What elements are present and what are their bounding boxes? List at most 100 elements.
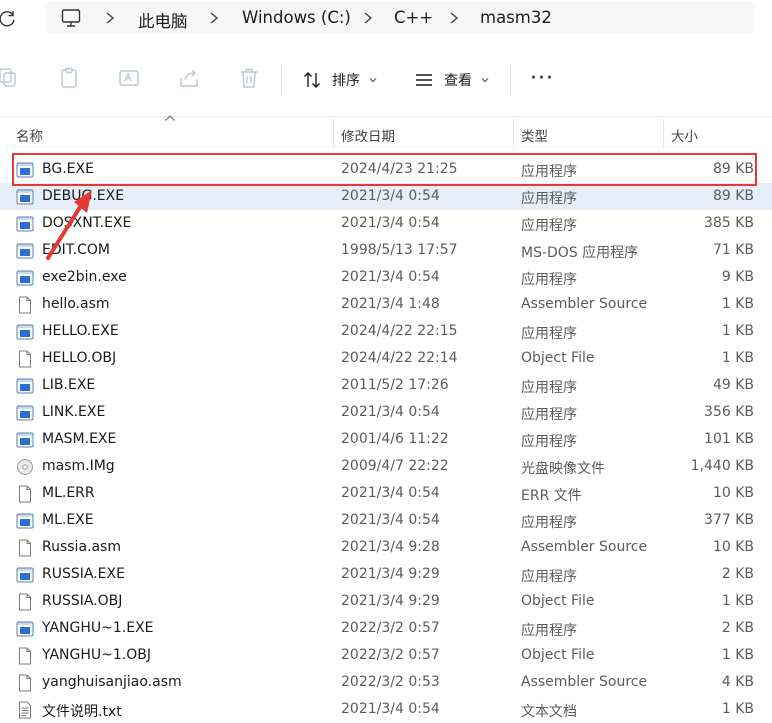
file-type: 应用程序 xyxy=(521,569,577,585)
file-type: Assembler Source xyxy=(521,539,648,555)
file-row[interactable]: Russia.asm 2021/3/4 9:28 Assembler Source 1… xyxy=(0,534,772,561)
exe-icon xyxy=(16,405,34,421)
file-name: LIB.EXE xyxy=(42,377,96,393)
file-icon xyxy=(19,296,31,314)
computer-icon[interactable] xyxy=(60,7,82,29)
file-row[interactable]: MASM.EXE 2001/4/6 11:22 应用程序 101 KB xyxy=(0,426,772,453)
file-icon xyxy=(19,593,31,611)
file-row[interactable]: RUSSIA.EXE 2021/3/4 9:29 应用程序 2 KB xyxy=(0,561,772,588)
more-options-button[interactable]: ··· xyxy=(530,68,554,90)
exe-icon xyxy=(16,216,34,232)
text-file-icon xyxy=(19,701,31,719)
file-name: hello.asm xyxy=(42,296,110,312)
file-row[interactable]: 文件说明.txt 2021/3/4 0:54 文本文档 1 KB xyxy=(0,696,772,723)
file-type: 应用程序 xyxy=(521,434,577,450)
chevron-right-icon[interactable] xyxy=(448,11,460,25)
paste-icon[interactable] xyxy=(57,66,81,90)
chevron-right-icon[interactable] xyxy=(104,11,116,25)
column-divider[interactable] xyxy=(513,119,514,149)
file-row[interactable]: RUSSIA.OBJ 2021/3/4 9:29 Object File 1 KB xyxy=(0,588,772,615)
file-date-modified: 2021/3/4 9:28 xyxy=(341,539,440,555)
file-icon xyxy=(19,350,31,368)
file-row[interactable]: ML.EXE 2021/3/4 0:54 应用程序 377 KB xyxy=(0,507,772,534)
highlight-box xyxy=(12,153,757,186)
exe-icon xyxy=(16,432,34,448)
copy-icon[interactable] xyxy=(0,66,20,90)
red-arrow-annotation xyxy=(46,190,92,260)
file-type: Object File xyxy=(521,350,595,366)
file-date-modified: 2021/3/4 0:54 xyxy=(341,404,440,420)
breadcrumb-this-pc[interactable]: 此电脑 xyxy=(138,8,188,32)
column-size[interactable]: 大小 xyxy=(671,125,698,145)
file-row[interactable]: LIB.EXE 2011/5/2 17:26 应用程序 49 KB xyxy=(0,372,772,399)
file-size: 101 KB xyxy=(704,431,754,447)
file-size: 1 KB xyxy=(721,296,754,312)
file-type: 应用程序 xyxy=(521,326,577,342)
file-icon xyxy=(19,647,31,665)
file-size: 4 KB xyxy=(721,674,754,690)
file-row[interactable]: ML.ERR 2021/3/4 0:54 ERR 文件 10 KB xyxy=(0,480,772,507)
file-row[interactable]: hello.asm 2021/3/4 1:48 Assembler Source 1 … xyxy=(0,291,772,318)
file-size: 356 KB xyxy=(704,404,754,420)
rename-icon[interactable] xyxy=(117,66,141,90)
chevron-right-icon[interactable] xyxy=(208,11,220,25)
column-name[interactable]: 名称 xyxy=(16,125,43,145)
delete-icon[interactable] xyxy=(237,66,261,90)
sort-button[interactable]: 排序 xyxy=(302,68,378,92)
file-row[interactable]: LINK.EXE 2021/3/4 0:54 应用程序 356 KB xyxy=(0,399,772,426)
file-row[interactable]: YANGHU~1.OBJ 2022/3/2 0:57 Object File 1 KB xyxy=(0,642,772,669)
file-name: exe2bin.exe xyxy=(42,269,127,285)
file-date-modified: 2022/3/2 0:57 xyxy=(341,620,440,636)
file-size: 10 KB xyxy=(712,485,754,501)
file-date-modified: 2021/3/4 9:29 xyxy=(341,593,440,609)
file-date-modified: 2024/4/22 22:15 xyxy=(341,323,458,339)
file-size: 1 KB xyxy=(721,701,754,717)
file-date-modified: 2001/4/6 11:22 xyxy=(341,431,449,447)
file-name: yanghuisanjiao.asm xyxy=(42,674,182,690)
file-row[interactable]: exe2bin.exe 2021/3/4 0:54 应用程序 9 KB xyxy=(0,264,772,291)
file-row[interactable]: HELLO.EXE 2024/4/22 22:15 应用程序 1 KB xyxy=(0,318,772,345)
refresh-icon[interactable] xyxy=(0,9,18,29)
file-size: 377 KB xyxy=(704,512,754,528)
file-row[interactable]: HELLO.OBJ 2024/4/22 22:14 Object File 1 KB xyxy=(0,345,772,372)
file-date-modified: 2021/3/4 0:54 xyxy=(341,188,440,204)
disc-image-icon xyxy=(17,459,33,475)
file-date-modified: 2011/5/2 17:26 xyxy=(341,377,449,393)
breadcrumb[interactable]: 此电脑 Windows (C:) C++ masm32 xyxy=(46,2,754,34)
file-date-modified: 1998/5/13 17:57 xyxy=(341,242,458,258)
file-size: 1 KB xyxy=(721,647,754,663)
file-date-modified: 2009/4/7 22:22 xyxy=(341,458,449,474)
file-date-modified: 2021/3/4 0:54 xyxy=(341,701,440,717)
file-type: Assembler Source xyxy=(521,296,648,312)
file-row[interactable]: yanghuisanjiao.asm 2022/3/2 0:53 Assembler… xyxy=(0,669,772,696)
exe-icon xyxy=(16,243,34,259)
column-divider[interactable] xyxy=(663,119,664,149)
file-icon xyxy=(19,485,31,503)
chevron-right-icon[interactable] xyxy=(362,11,374,25)
breadcrumb-masm32[interactable]: masm32 xyxy=(480,8,552,27)
file-size: 10 KB xyxy=(712,539,754,555)
file-icon xyxy=(19,674,31,692)
exe-icon xyxy=(16,270,34,286)
breadcrumb-cpp[interactable]: C++ xyxy=(394,8,433,27)
toolbar-divider xyxy=(281,64,282,94)
file-name: masm.IMg xyxy=(42,458,115,474)
file-date-modified: 2021/3/4 0:54 xyxy=(341,215,440,231)
file-name: RUSSIA.OBJ xyxy=(42,593,123,609)
file-row[interactable]: masm.IMg 2009/4/7 22:22 光盘映像文件 1,440 KB xyxy=(0,453,772,480)
breadcrumb-drive-c[interactable]: Windows (C:) xyxy=(242,8,351,27)
file-type: 应用程序 xyxy=(521,191,577,207)
sort-ascending-icon xyxy=(165,115,175,121)
file-type: Assembler Source xyxy=(521,674,648,690)
file-type: 应用程序 xyxy=(521,623,577,639)
file-date-modified: 2021/3/4 0:54 xyxy=(341,485,440,501)
column-date-modified[interactable]: 修改日期 xyxy=(341,125,395,145)
file-row[interactable]: YANGHU~1.EXE 2022/3/2 0:57 应用程序 2 KB xyxy=(0,615,772,642)
file-name: 文件说明.txt xyxy=(42,704,122,720)
file-date-modified: 2021/3/4 1:48 xyxy=(341,296,440,312)
share-icon[interactable] xyxy=(177,66,201,90)
view-button[interactable]: 查看 xyxy=(414,68,490,92)
column-type[interactable]: 类型 xyxy=(521,125,548,145)
file-type: Object File xyxy=(521,647,595,663)
column-divider[interactable] xyxy=(333,119,334,149)
